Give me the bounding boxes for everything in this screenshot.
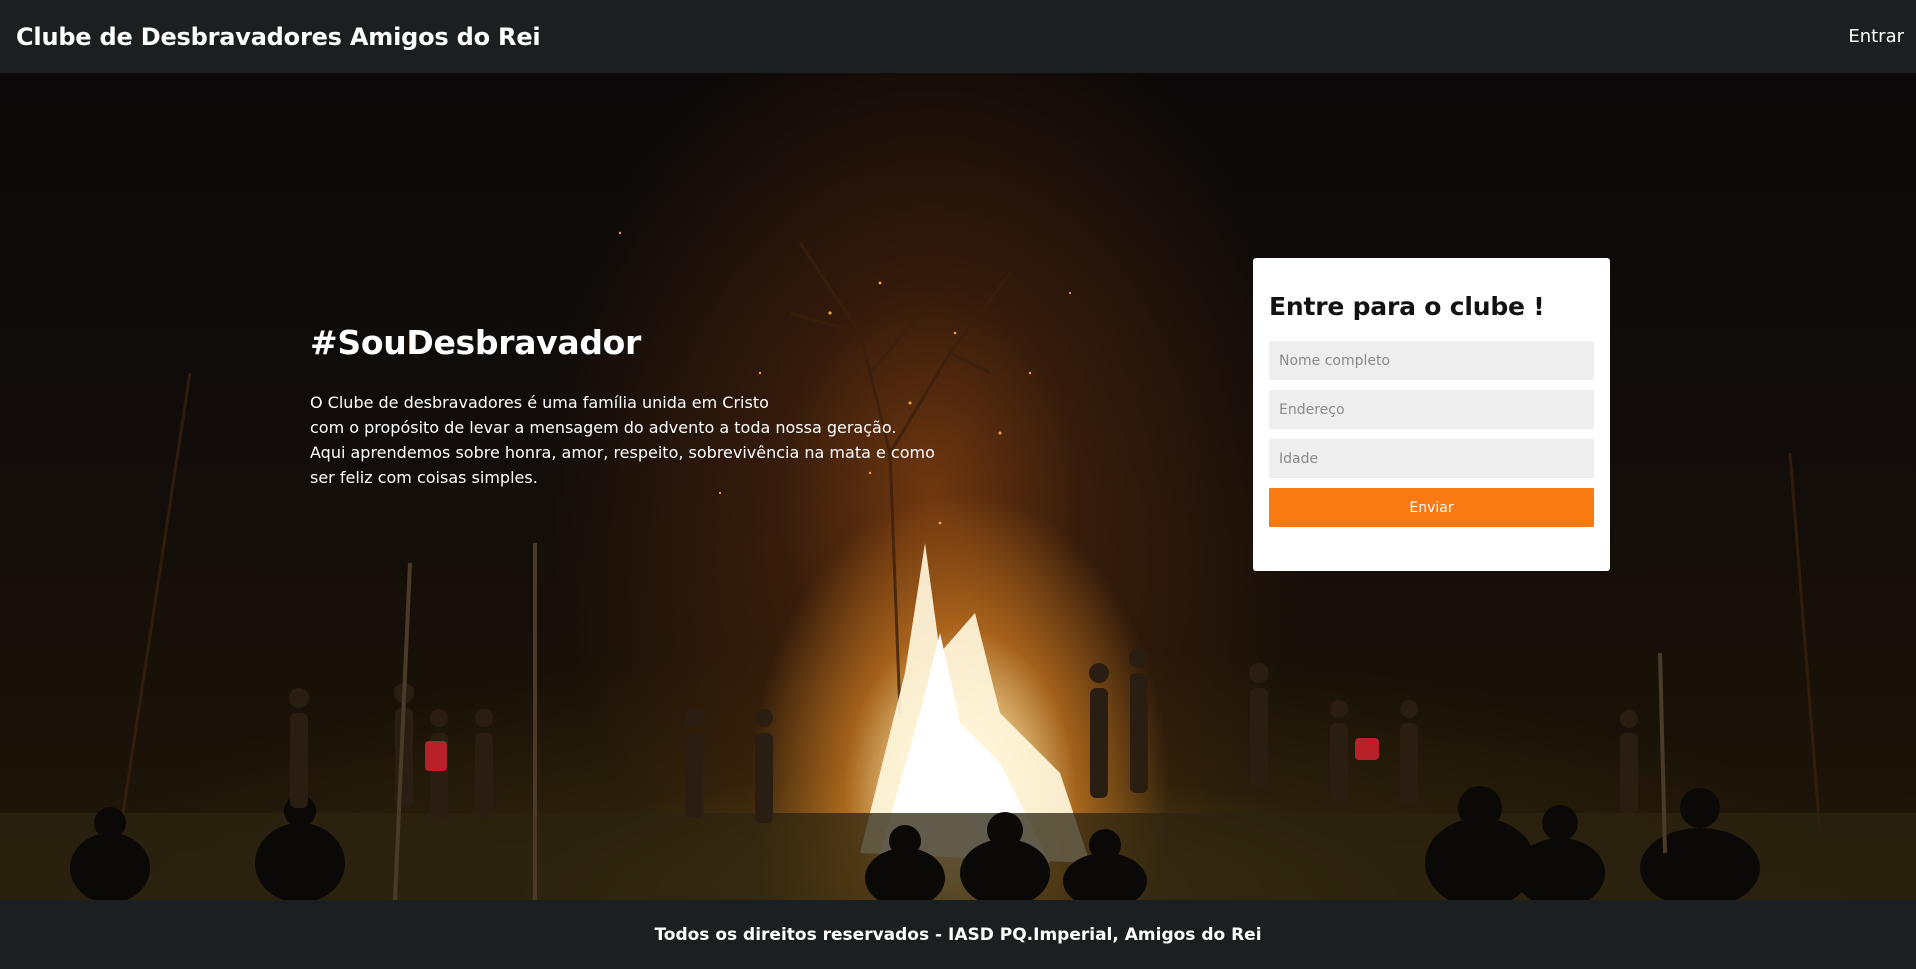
submit-button[interactable]: Enviar (1269, 488, 1594, 527)
hero-description-line: com o propósito de levar a mensagem do a… (310, 418, 897, 437)
signup-form-title: Entre para o clube ! (1269, 292, 1545, 321)
hero-description-line: ser feliz com coisas simples. (310, 468, 538, 487)
age-input[interactable] (1269, 439, 1594, 478)
hero-intro: #SouDesbravador O Clube de desbravadores… (310, 323, 970, 490)
hero-description-line: O Clube de desbravadores é uma família u… (310, 393, 769, 412)
login-link[interactable]: Entrar (1848, 26, 1904, 47)
hero-heading: #SouDesbravador (310, 323, 642, 362)
site-title: Clube de Desbravadores Amigos do Rei (16, 22, 541, 51)
full-name-input[interactable] (1269, 341, 1594, 380)
copyright-text: Todos os direitos reservados - IASD PQ.I… (654, 924, 1262, 945)
hero-description: O Clube de desbravadores é uma família u… (310, 390, 970, 490)
top-navbar: Clube de Desbravadores Amigos do Rei Ent… (0, 0, 1916, 73)
address-input[interactable] (1269, 390, 1594, 429)
page-footer: Todos os direitos reservados - IASD PQ.I… (0, 900, 1916, 969)
hero-section: #SouDesbravador O Clube de desbravadores… (0, 73, 1916, 900)
signup-form: Entre para o clube ! Enviar (1253, 258, 1610, 571)
hero-description-line: Aqui aprendemos sobre honra, amor, respe… (310, 443, 935, 462)
